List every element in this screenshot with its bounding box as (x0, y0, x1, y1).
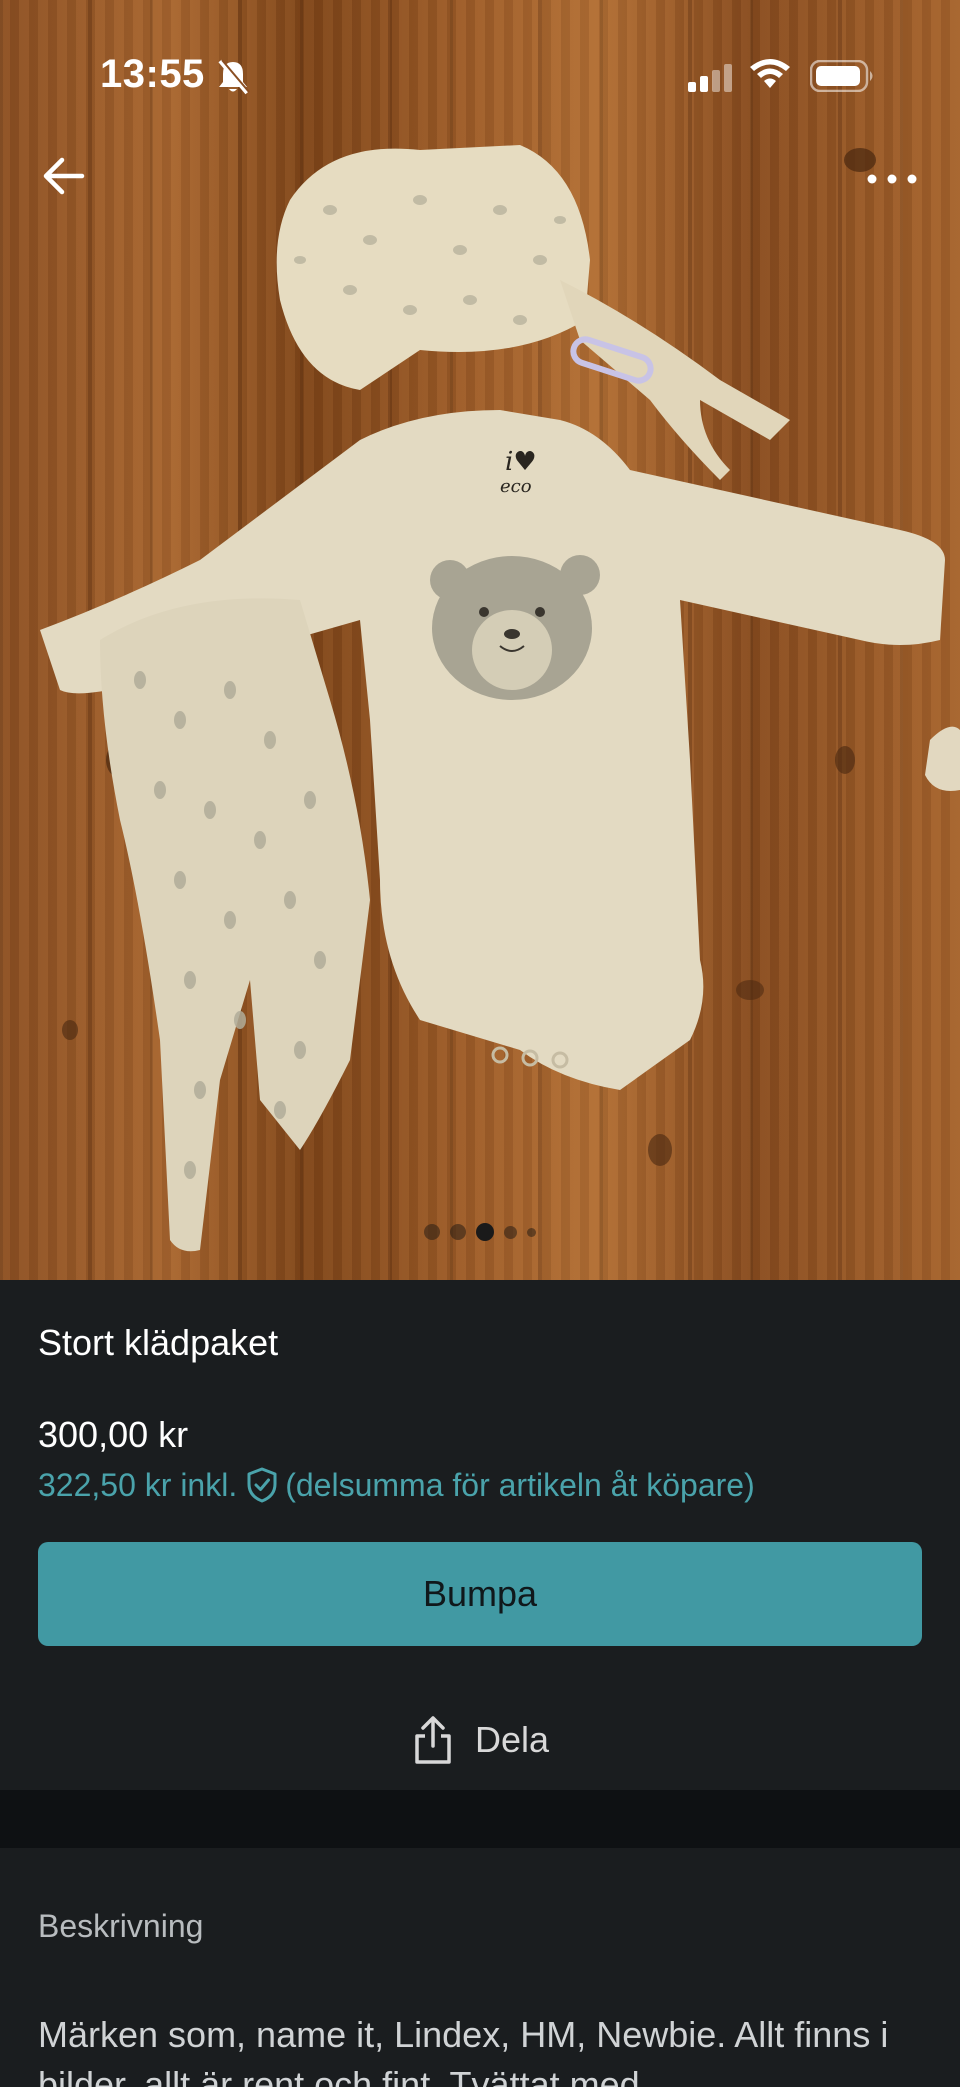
battery-icon (810, 60, 873, 92)
product-image[interactable]: i♥ eco (0, 0, 960, 1280)
bump-button[interactable]: Bumpa (38, 1542, 922, 1646)
price-incl-note: (delsumma för artikeln åt köpare) (285, 1466, 755, 1503)
listing-title: Stort klädpaket (38, 1322, 279, 1363)
share-button[interactable]: Dela (0, 1700, 960, 1780)
listing-info-panel: Stort klädpaket 300,00 kr 322,50 kr inkl… (0, 1280, 960, 1790)
svg-text:eco: eco (500, 476, 532, 497)
gallery-page-indicator[interactable] (0, 1220, 960, 1244)
status-time: 13:55 (100, 52, 205, 96)
section-divider (0, 1790, 960, 1848)
product-photo-illustration: i♥ eco (40, 145, 960, 1252)
shield-check-icon (247, 1467, 277, 1503)
listing-price: 300,00 kr (38, 1414, 189, 1455)
bell-muted-icon (218, 59, 250, 95)
status-bar: 13:55 (0, 0, 960, 140)
description-heading: Beskrivning (38, 1908, 204, 1944)
svg-text:i♥: i♥ (505, 447, 537, 477)
description-section: Beskrivning Märken som, name it, Lindex,… (0, 1848, 960, 2087)
wifi-icon (750, 59, 790, 88)
share-icon (415, 1716, 451, 1764)
page-dot-active[interactable] (476, 1223, 494, 1241)
more-options-icon[interactable] (864, 164, 920, 194)
price-incl-amount: 322,50 kr inkl. (38, 1466, 238, 1503)
page-dot[interactable] (527, 1227, 536, 1237)
cellular-signal-icon (688, 64, 732, 92)
share-label: Dela (474, 1719, 550, 1760)
page-dot[interactable] (424, 1224, 440, 1240)
back-arrow-icon[interactable] (40, 150, 92, 202)
page-dot[interactable] (504, 1225, 517, 1239)
description-text: Märken som, name it, Lindex, HM, Newbie.… (38, 2014, 889, 2087)
page-dot[interactable] (450, 1224, 466, 1240)
price-including-protection[interactable]: 322,50 kr inkl. (delsumma för artikeln å… (38, 1466, 755, 1504)
